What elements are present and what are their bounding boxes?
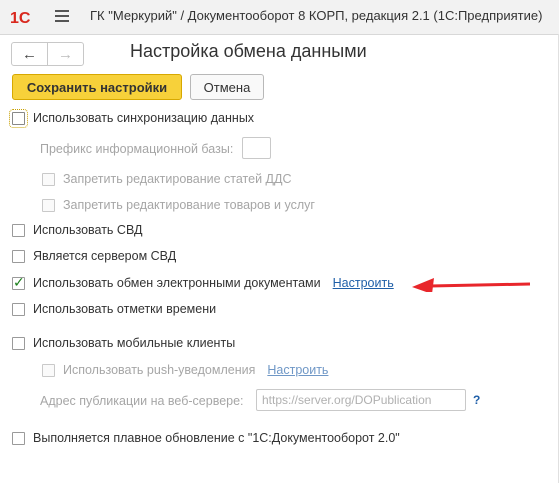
sync-row: Использовать синхронизацию данных (9, 108, 254, 128)
forbid-dds-row: Запретить редактирование статей ДДС (42, 169, 292, 189)
mobile-row: Использовать мобильные клиенты (12, 333, 235, 353)
cancel-button[interactable]: Отмена (190, 74, 264, 100)
forbid-goods-label[interactable]: Запретить редактирование товаров и услуг (63, 198, 315, 212)
title-bar: 1С ГК "Меркурий" / Документооборот 8 КОР… (0, 0, 559, 35)
app-title: ГК "Меркурий" / Документооборот 8 КОРП, … (90, 8, 543, 23)
edo-checkbox[interactable] (12, 274, 25, 291)
publication-url-input[interactable]: https://server.org/DOPublication (256, 389, 466, 411)
timestamps-label[interactable]: Использовать отметки времени (33, 302, 216, 316)
forbid-goods-row: Запретить редактирование товаров и услуг (42, 195, 315, 215)
publication-label: Адрес публикации на веб-сервере: (40, 394, 244, 408)
publication-row: Адрес публикации на веб-сервере: (40, 391, 244, 411)
edo-row: Использовать обмен электронными документ… (12, 273, 394, 293)
prefix-label: Префикс информационной базы: (40, 142, 234, 156)
svd-server-row: Является сервером СВД (12, 246, 176, 266)
svd-label[interactable]: Использовать СВД (33, 223, 142, 237)
mobile-label[interactable]: Использовать мобильные клиенты (33, 336, 235, 350)
svg-text:1С: 1С (10, 10, 31, 26)
navigation-buttons: ← → (11, 42, 84, 66)
forbid-goods-checkbox[interactable] (42, 198, 55, 212)
timestamps-row: Использовать отметки времени (12, 299, 216, 319)
red-arrow-icon (412, 278, 531, 292)
1c-logo-icon[interactable]: 1С (10, 8, 36, 26)
timestamps-checkbox[interactable] (12, 302, 25, 316)
mobile-checkbox[interactable] (12, 336, 25, 350)
arrow-left-icon[interactable]: ← (12, 43, 48, 65)
form-title: Настройка обмена данными (130, 41, 367, 61)
push-row: Использовать push-уведомления Настроить (42, 360, 328, 380)
prefix-input[interactable] (242, 137, 271, 159)
push-configure-link[interactable]: Настроить (267, 363, 328, 377)
sync-checkbox[interactable] (9, 108, 28, 128)
prefix-row: Префикс информационной базы: (40, 139, 233, 159)
push-checkbox[interactable] (42, 363, 55, 377)
smooth-update-label[interactable]: Выполняется плавное обновление с "1С:Док… (33, 431, 400, 445)
svd-checkbox[interactable] (12, 223, 25, 237)
arrow-right-icon[interactable]: → (48, 43, 83, 65)
svd-row: Использовать СВД (12, 220, 142, 240)
main-menu-icon[interactable] (55, 10, 69, 22)
forbid-dds-label[interactable]: Запретить редактирование статей ДДС (63, 172, 292, 186)
push-label[interactable]: Использовать push-уведомления (63, 363, 255, 377)
forbid-dds-checkbox[interactable] (42, 172, 55, 186)
sync-label[interactable]: Использовать синхронизацию данных (33, 111, 254, 125)
svd-server-checkbox[interactable] (12, 249, 25, 263)
edo-configure-link[interactable]: Настроить (333, 276, 394, 290)
svd-server-label[interactable]: Является сервером СВД (33, 249, 176, 263)
help-icon[interactable]: ? (473, 393, 480, 407)
smooth-update-checkbox[interactable] (12, 431, 25, 445)
save-settings-button[interactable]: Сохранить настройки (12, 74, 182, 100)
edo-label[interactable]: Использовать обмен электронными документ… (33, 276, 321, 290)
smooth-update-row: Выполняется плавное обновление с "1С:Док… (12, 428, 400, 448)
